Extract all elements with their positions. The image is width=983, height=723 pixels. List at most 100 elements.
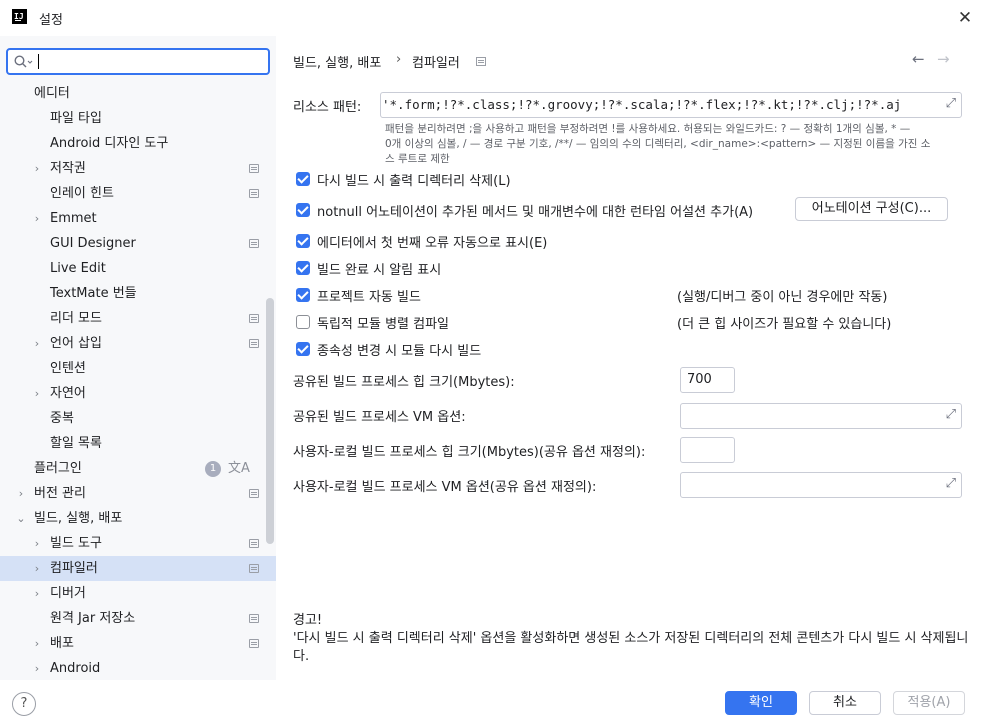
resource-patterns-field[interactable]: '*.form;!?*.class;!?*.groovy;!?*.scala;!… — [380, 92, 962, 118]
sidebar-item-label: 인레이 힌트 — [50, 186, 114, 201]
sidebar-item[interactable]: 리더 모드 — [0, 306, 276, 331]
sidebar-item-label: TextMate 번들 — [50, 286, 137, 301]
sidebar-item-label: 리더 모드 — [50, 311, 102, 326]
sidebar-item[interactable]: TextMate 번들 — [0, 281, 276, 306]
hint-line: 스 루트로 제한 — [385, 153, 450, 165]
project-scope-icon — [249, 564, 259, 573]
configure-annotations-button[interactable]: 어노테이션 구성(C)... — [795, 197, 948, 221]
settings-sidebar: 에디터 파일 타입 Android 디자인 도구 › 저작권 인레이 힌트 › Emmet GU… — [0, 36, 276, 680]
sidebar-item[interactable]: Android 디자인 도구 — [0, 131, 276, 156]
sidebar-item[interactable]: 파일 타입 — [0, 106, 276, 131]
sidebar-item-label: 플러그인 — [34, 461, 82, 476]
sidebar-item[interactable]: › 배포 — [0, 631, 276, 656]
project-scope-icon — [476, 57, 486, 66]
user-heap-size-field[interactable] — [680, 437, 735, 463]
project-scope-icon — [249, 639, 259, 648]
auto-build-label: 프로젝트 자동 빌드 — [317, 290, 421, 305]
help-button[interactable]: ? — [12, 692, 36, 716]
search-icon — [14, 55, 33, 68]
sidebar-item-label: 빌드, 실행, 배포 — [34, 511, 123, 526]
hint-line: 0개 이상의 심볼, / — 경로 구분 기호, /**/ — 임의의 수의 디… — [385, 138, 931, 150]
project-scope-icon — [249, 189, 259, 198]
notnull-assertions-checkbox[interactable] — [296, 203, 310, 217]
auto-show-error-checkbox[interactable] — [296, 234, 310, 248]
auto-build-note: (실행/디버그 중이 아닌 경우에만 작동) — [677, 290, 888, 305]
sidebar-item[interactable]: › 자연어 — [0, 381, 276, 406]
sidebar-item-label: 에디터 — [34, 86, 70, 101]
sidebar-item[interactable]: › Android — [0, 656, 276, 680]
user-vm-options-field[interactable]: ⤢ — [680, 472, 962, 498]
sidebar-item[interactable]: GUI Designer — [0, 231, 276, 256]
breadcrumb-current: 컴파일러 — [412, 56, 460, 71]
sidebar-item[interactable]: › Emmet — [0, 206, 276, 231]
heap-size-field[interactable]: 700 — [680, 367, 735, 393]
sidebar-item[interactable]: › 저작권 — [0, 156, 276, 181]
sidebar-item-label: Emmet — [50, 211, 97, 226]
sidebar-item-label: 자연어 — [50, 386, 86, 401]
chevron-right-icon[interactable]: › — [31, 381, 43, 406]
build-notification-label: 빌드 완료 시 알림 표시 — [317, 263, 442, 278]
sidebar-item-label: 컴파일러 — [50, 561, 98, 576]
forward-arrow-icon[interactable]: → — [937, 50, 950, 68]
project-scope-icon — [249, 164, 259, 173]
sidebar-item-label: 인텐션 — [50, 361, 86, 376]
clear-output-checkbox[interactable] — [296, 172, 310, 186]
chevron-right-icon[interactable]: › — [31, 156, 43, 181]
close-icon[interactable]: ✕ — [955, 8, 975, 28]
sidebar-item[interactable]: › 빌드 도구 — [0, 531, 276, 556]
search-input[interactable] — [6, 48, 270, 75]
expand-icon[interactable]: ⤢ — [946, 407, 956, 422]
sidebar-item[interactable]: ⌄ 빌드, 실행, 배포 — [0, 506, 276, 531]
parallel-compile-note: (더 큰 힙 사이즈가 필요할 수 있습니다) — [677, 317, 892, 332]
sidebar-scrollbar[interactable] — [266, 298, 274, 544]
breadcrumb-parent[interactable]: 빌드, 실행, 배포 — [293, 52, 381, 71]
sidebar-item-label: 배포 — [50, 636, 74, 651]
chevron-right-icon[interactable]: › — [15, 481, 27, 506]
sidebar-item[interactable]: › 언어 삽입 — [0, 331, 276, 356]
sidebar-item[interactable]: Live Edit — [0, 256, 276, 281]
chevron-right-icon[interactable]: › — [31, 531, 43, 556]
chevron-right-icon[interactable]: › — [31, 556, 43, 581]
notnull-assertions-label: notnull 어노테이션이 추가된 메서드 및 매개변수에 대한 런타임 어설… — [317, 205, 754, 220]
cancel-button[interactable]: 취소 — [809, 691, 881, 715]
plugin-update-badge: 1 — [205, 461, 221, 477]
sidebar-item[interactable]: 인레이 힌트 — [0, 181, 276, 206]
window-title: 설정 — [39, 13, 63, 28]
sidebar-item[interactable]: 에디터 — [0, 81, 276, 106]
expand-icon[interactable]: ⤢ — [946, 96, 956, 111]
resource-patterns-value: '*.form;!?*.class;!?*.groovy;!?*.scala;!… — [382, 97, 902, 112]
sidebar-item-label: Live Edit — [50, 261, 106, 276]
chevron-right-icon[interactable]: › — [31, 656, 43, 680]
parallel-compile-checkbox[interactable] — [296, 315, 310, 329]
ok-button[interactable]: 확인 — [725, 691, 797, 715]
warning-text: '다시 빌드 시 출력 디렉터리 삭제' 옵션을 활성화하면 생성된 소스가 저… — [293, 631, 969, 664]
sidebar-item-label: 버전 관리 — [34, 486, 86, 501]
auto-build-checkbox[interactable] — [296, 288, 310, 302]
chevron-right-icon[interactable]: › — [31, 206, 43, 231]
sidebar-item[interactable]: 중복 — [0, 406, 276, 431]
sidebar-item[interactable]: 원격 Jar 저장소 — [0, 606, 276, 631]
project-scope-icon — [249, 314, 259, 323]
apply-button[interactable]: 적용(A) — [893, 691, 965, 715]
sidebar-item[interactable]: › 버전 관리 — [0, 481, 276, 506]
chevron-down-icon[interactable]: ⌄ — [15, 506, 27, 531]
vm-options-field[interactable]: ⤢ — [680, 403, 962, 429]
rebuild-on-dependency-checkbox[interactable] — [296, 342, 310, 356]
back-arrow-icon[interactable]: ← — [912, 50, 925, 68]
sidebar-item[interactable]: 인텐션 — [0, 356, 276, 381]
sidebar-item[interactable]: › 컴파일러 — [0, 556, 276, 581]
sidebar-item[interactable]: 할일 목록 — [0, 431, 276, 456]
chevron-right-icon[interactable]: › — [31, 331, 43, 356]
sidebar-item-label: 저작권 — [50, 161, 86, 176]
chevron-right-icon[interactable]: › — [31, 631, 43, 656]
hint-line: 패턴을 분리하려면 ;을 사용하고 패턴을 부정하려면 !를 사용하세요. 허용… — [385, 123, 911, 135]
chevron-right-icon[interactable]: › — [31, 581, 43, 606]
sidebar-item[interactable]: › 디버거 — [0, 581, 276, 606]
app-logo-icon: IJ — [12, 9, 27, 24]
expand-icon[interactable]: ⤢ — [946, 476, 956, 491]
sidebar-item-label: 파일 타입 — [50, 111, 102, 126]
project-scope-icon — [249, 489, 259, 498]
sidebar-item[interactable]: 플러그인 1 文A — [0, 456, 276, 481]
build-notification-checkbox[interactable] — [296, 261, 310, 275]
sidebar-item-label: 빌드 도구 — [50, 536, 102, 551]
